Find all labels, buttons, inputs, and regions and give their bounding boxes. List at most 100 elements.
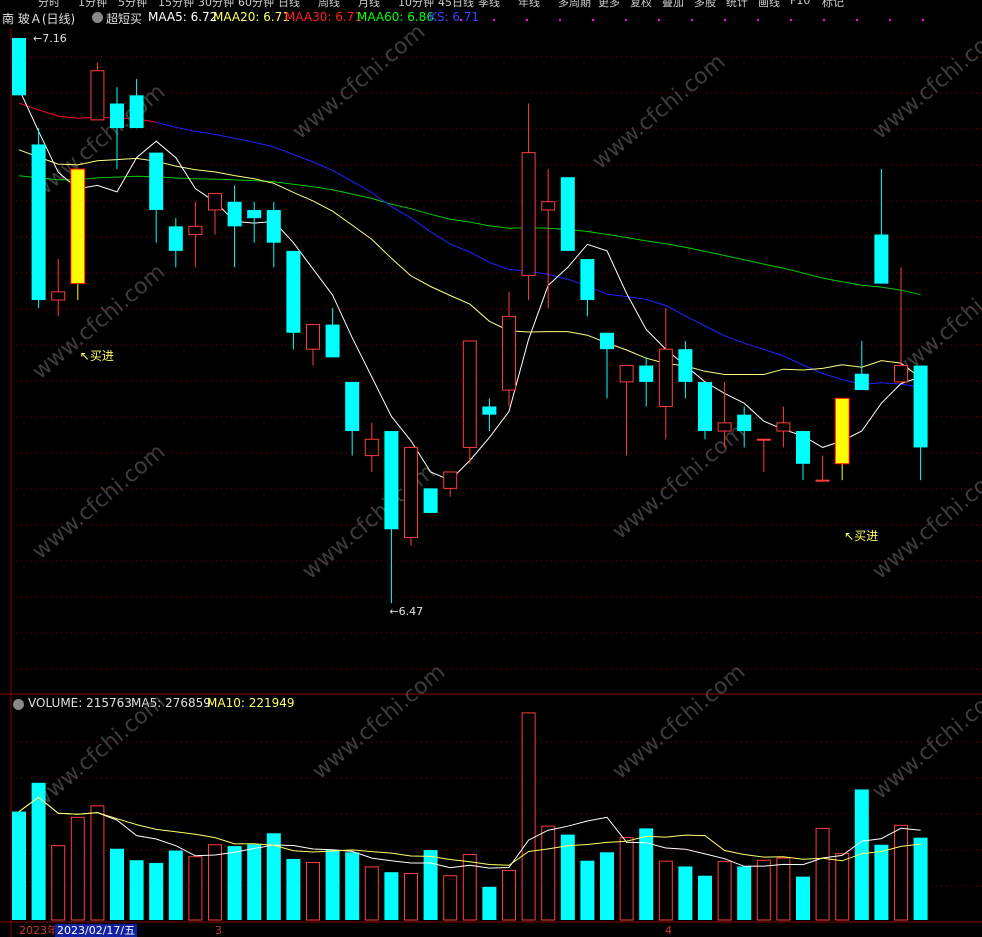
candle-down: [913, 365, 928, 448]
candle-down: [247, 209, 262, 219]
candle-up: [658, 348, 673, 407]
volume-bar-down: [227, 846, 242, 920]
volume-bar-up: [815, 827, 830, 921]
top-marker-dot: [790, 19, 792, 21]
candle-down: [678, 349, 693, 382]
volume-bar-down: [737, 866, 752, 920]
candle-down: [149, 152, 164, 210]
volume-bar-down: [600, 852, 614, 920]
candle-down: [423, 488, 438, 513]
candle-down: [110, 103, 124, 129]
top-marker-dot: [691, 19, 693, 21]
volume-bar-down: [286, 858, 301, 920]
candle-up: [462, 340, 477, 448]
signal-candle: [70, 168, 86, 285]
candlestick-chart[interactable]: www.cfchi.com www.cfchi.com www.cfchi.com w…: [0, 0, 982, 937]
top-marker-dot: [658, 19, 660, 21]
watermark-text: www.cfchi.com: [28, 439, 170, 564]
volume-bar-up: [658, 860, 673, 921]
top-marker-dot: [922, 19, 924, 21]
volume-bar-down: [129, 860, 144, 920]
signal-candle: [834, 397, 850, 465]
watermark-text: www.cfchi.com: [28, 689, 170, 814]
candle-down: [227, 201, 242, 227]
candle-down: [600, 332, 614, 350]
volume-bar-down: [149, 862, 164, 920]
volume-bar-down: [110, 848, 124, 920]
volume-bar-down: [874, 844, 889, 920]
volume-bar-up: [70, 816, 85, 921]
candle-up: [90, 70, 105, 121]
candle-down: [874, 234, 889, 284]
buy-signal-label: ↖买进: [844, 529, 878, 543]
volume-bar-up: [756, 859, 771, 921]
candle-up: [717, 422, 732, 432]
top-marker-dot: [592, 19, 594, 21]
volume-bar-down: [384, 872, 399, 920]
volume-bar-up: [443, 875, 458, 921]
top-marker-dot: [724, 19, 726, 21]
top-marker-dot: [625, 19, 627, 21]
volume-bar-down: [796, 876, 810, 920]
candle-down: [854, 373, 869, 391]
candle-down: [482, 406, 497, 415]
candle-up: [815, 479, 830, 482]
top-marker-dot: [460, 19, 462, 21]
candle-down: [384, 431, 399, 530]
volume-bar-down: [854, 789, 869, 920]
candle-up: [306, 324, 320, 350]
volume-bar-down: [168, 850, 183, 920]
volume-bar-down: [580, 860, 595, 920]
buy-signal-label: ↖买进: [80, 349, 114, 363]
watermark-text: www.cfchi.com: [868, 459, 982, 584]
volume-bar-down: [678, 866, 693, 920]
candle-down: [639, 365, 654, 382]
watermark-text: www.cfchi.com: [608, 419, 750, 544]
high-price-label: ←7.16: [33, 32, 67, 45]
candle-down: [796, 431, 810, 464]
watermark-text: www.cfchi.com: [608, 659, 750, 784]
volume-bar-down: [31, 782, 46, 920]
top-marker-dot: [559, 19, 561, 21]
top-marker-dot: [493, 19, 495, 21]
candle-down: [168, 226, 183, 251]
candle-up: [188, 225, 203, 236]
top-marker-dot: [526, 19, 528, 21]
candle-up: [894, 365, 908, 383]
candle-down: [737, 414, 752, 432]
watermark-text: www.cfchi.com: [868, 679, 982, 804]
volume-bar-down: [345, 852, 360, 920]
volume-bar-down: [913, 837, 928, 920]
volume-bar-up: [541, 825, 556, 921]
volume-bar-up: [208, 844, 222, 921]
volume-bar-down: [12, 811, 26, 920]
candle-up: [364, 438, 379, 457]
watermark-text: www.cfchi.com: [288, 19, 430, 144]
candle-down: [560, 177, 575, 251]
volume-bar-down: [423, 850, 438, 920]
candle-down: [31, 144, 46, 301]
candle-up: [502, 315, 516, 391]
volume-bar-up: [462, 854, 477, 921]
watermark-text: www.cfchi.com: [28, 259, 170, 384]
volume-bar-up: [188, 856, 203, 921]
candle-up: [541, 201, 556, 211]
volume-bar-up: [894, 824, 908, 921]
date-april-label: 4: [665, 924, 672, 937]
date-year-label: 2023年: [19, 924, 58, 937]
volume-bar-up: [776, 857, 791, 921]
candle-down: [698, 381, 712, 432]
volume-bar-down: [560, 834, 575, 920]
volume-bar-up: [364, 866, 379, 921]
candle-down: [325, 324, 340, 358]
volume-bar-down: [325, 850, 340, 920]
low-price-label: ←6.47: [389, 605, 423, 618]
volume-bar-up: [90, 805, 105, 921]
candle-down: [129, 95, 144, 129]
date-march-label: 3: [215, 924, 222, 937]
candle-down: [286, 250, 301, 333]
watermark-text: www.cfchi.com: [308, 659, 450, 784]
candle-up: [521, 152, 536, 276]
volume-bar-down: [482, 886, 497, 920]
candle-down: [345, 381, 360, 432]
